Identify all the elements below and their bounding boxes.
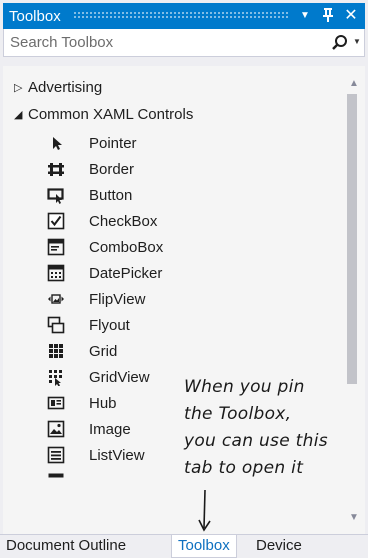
item-label: FlipView [89,291,146,308]
annotation-arrow-icon [198,489,211,532]
scroll-up-arrow-icon[interactable]: ▲ [349,78,359,89]
annotation-line: you can use this [184,431,328,451]
category-label: Common XAML Controls [28,106,194,123]
combobox-icon [47,238,65,256]
collapsed-arrow-icon[interactable]: ▷ [14,81,22,94]
tab-device[interactable]: Device [250,535,308,558]
item-label: CheckBox [89,213,158,230]
datepicker-icon [47,264,65,282]
annotation-line: tab to open it [184,458,304,478]
scrollbar-thumb[interactable] [347,94,357,384]
toolbox-item-combobox[interactable]: ComboBox [3,236,345,262]
category-common-xaml-controls[interactable]: ◢ Common XAML Controls [3,103,345,129]
button-icon [47,186,65,204]
item-label: ComboBox [89,239,164,256]
close-icon[interactable]: ✕ [342,7,360,25]
flyout-icon [47,316,65,334]
item-label: Border [89,161,135,178]
search-icon[interactable] [330,34,350,52]
item-label: DatePicker [89,265,163,282]
search-input[interactable] [4,29,322,56]
gridview-icon [47,368,65,387]
category-advertising[interactable]: ▷ Advertising [3,76,345,102]
pin-glyph [323,8,333,22]
toolbox-item-flyout[interactable]: Flyout [3,314,345,340]
search-box[interactable]: ▼ [3,29,365,57]
window-position-dropdown-icon[interactable]: ▼ [296,7,314,25]
flipview-icon [47,290,65,308]
item-label: Image [89,421,131,438]
pin-icon[interactable] [319,7,337,25]
partial-item-icon [47,472,65,490]
pointer-icon [47,134,65,152]
border-icon [47,160,65,178]
toolbox-item-flipview[interactable]: FlipView [3,288,345,314]
annotation-line: the Toolbox, [184,404,292,424]
item-label: Button [89,187,133,204]
toolbox-item-datepicker[interactable]: DatePicker [3,262,345,288]
search-options-dropdown-icon[interactable]: ▼ [353,37,361,46]
image-icon [47,420,65,438]
drag-grip[interactable] [73,11,289,19]
item-label: Grid [89,343,118,360]
toolbox-title-bar[interactable]: Toolbox ▼ ✕ [3,3,365,29]
item-label: ListView [89,447,145,464]
handwritten-annotation: When you pin the Toolbox, you can use th… [184,374,354,482]
listview-icon [47,446,65,464]
item-label: GridView [89,369,150,386]
tab-document-outline[interactable]: Document Outline [0,535,132,558]
annotation-line: When you pin [184,377,305,397]
bottom-tab-strip: Document Outline Toolbox Device [0,534,368,558]
item-label: Pointer [89,135,137,152]
tab-toolbox[interactable]: Toolbox [171,535,237,558]
item-label: Hub [89,395,117,412]
item-label: Flyout [89,317,130,334]
toolbox-item-button[interactable]: Button [3,184,345,210]
toolbox-item-grid[interactable]: Grid [3,340,345,366]
toolbox-item-checkbox[interactable]: CheckBox [3,210,345,236]
toolbox-panel: Toolbox ▼ ✕ ▼ ▷ Advertising [0,0,368,558]
checkbox-icon [47,212,65,230]
grid-icon [47,342,65,360]
expanded-arrow-icon[interactable]: ◢ [14,108,22,121]
toolbox-title: Toolbox [9,8,61,25]
scroll-down-arrow-icon[interactable]: ▼ [349,512,359,523]
category-label: Advertising [28,79,103,96]
toolbox-item-border[interactable]: Border [3,158,345,184]
hub-icon [47,394,65,412]
toolbox-item-pointer[interactable]: Pointer [3,132,345,158]
